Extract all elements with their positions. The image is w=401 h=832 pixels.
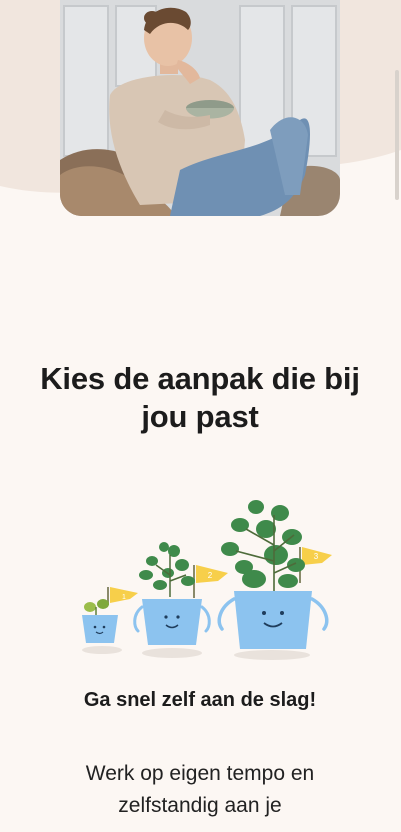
body-text: Werk op eigen tempo en zelfstandig aan j… <box>85 762 315 817</box>
page-title: Kies de aanpak die bij jou past <box>40 361 360 434</box>
page: Kies de aanpak die bij jou past 1 2 3 Ga… <box>0 0 401 832</box>
three-plant-pots-illustration: 1 2 3 <box>82 500 332 660</box>
flag-number-1: 1 <box>122 594 126 601</box>
flag-number-3: 3 <box>314 552 319 561</box>
flag-number-2: 2 <box>208 571 213 580</box>
hero-photo <box>60 0 340 216</box>
woman-with-bowl-photo <box>60 0 340 216</box>
section-subheading: Ga snel zelf aan de slag! <box>83 689 317 711</box>
scrollbar[interactable] <box>393 0 401 832</box>
scrollbar-thumb[interactable] <box>395 70 399 200</box>
